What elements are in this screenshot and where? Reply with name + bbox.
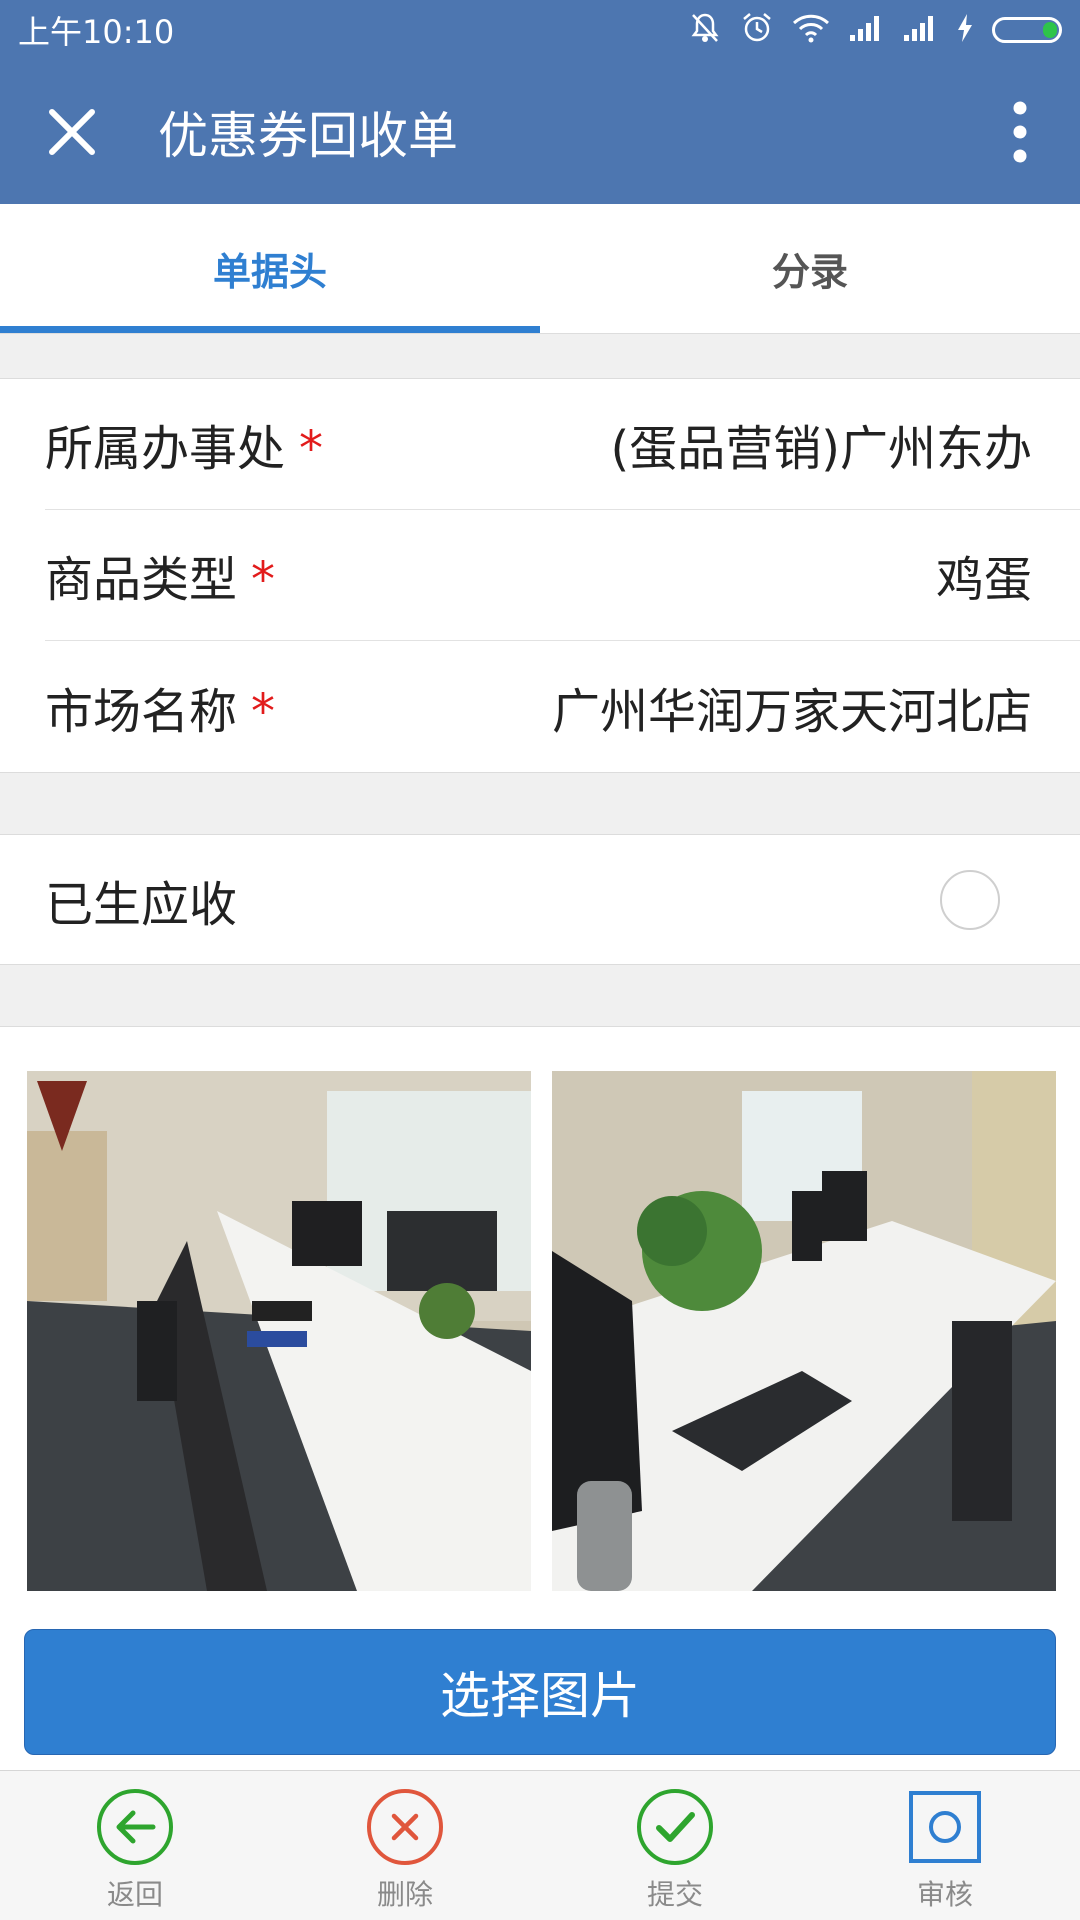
status-bar: 上午10:10 [0, 0, 1080, 60]
close-icon [49, 109, 95, 155]
audit-label: 审核 [916, 1878, 973, 1911]
delete-button[interactable]: 删除 [270, 1771, 540, 1920]
delete-label: 删除 [376, 1878, 433, 1911]
more-vertical-icon [1013, 101, 1027, 163]
tab-entries[interactable]: 分录 [540, 204, 1080, 333]
form-card: 所属办事处 * (蛋品营销)广州东办 商品类型 * 鸡蛋 市场名称 * 广州华润万家天… [0, 378, 1080, 773]
office-photo-1 [27, 1071, 531, 1591]
photo-area: 选择图片 [0, 1026, 1080, 1770]
bottom-toolbar: 返回 删除 提交 审核 [0, 1770, 1080, 1920]
receivable-row: 已生应收 [45, 835, 1080, 965]
back-label: 返回 [106, 1878, 163, 1911]
check-icon [637, 1789, 713, 1865]
form-row-office[interactable]: 所属办事处 * (蛋品营销)广州东办 [45, 379, 1080, 510]
audit-button[interactable]: 审核 [810, 1771, 1080, 1920]
form-row-market[interactable]: 市场名称 * 广州华润万家天河北店 [45, 641, 1080, 772]
office-photo-2 [552, 1071, 1056, 1591]
status-time: 上午10:10 [18, 13, 175, 51]
charging-icon [956, 13, 974, 47]
required-mark: * [251, 552, 276, 608]
tab-bar: 单据头 分录 [0, 204, 1080, 334]
form-row-product-type[interactable]: 商品类型 * 鸡蛋 [45, 510, 1080, 641]
submit-label: 提交 [646, 1878, 703, 1911]
back-arrow-icon [97, 1789, 173, 1865]
more-button[interactable] [960, 60, 1080, 204]
form-label-wrap: 市场名称 * [45, 672, 275, 742]
form-value-product-type: 鸡蛋 [935, 552, 1032, 608]
status-icons [688, 11, 1062, 49]
form-label-wrap: 商品类型 * [45, 540, 275, 610]
required-mark: * [251, 683, 276, 740]
photo-thumbnail-2[interactable] [552, 1071, 1056, 1591]
tab-header[interactable]: 单据头 [0, 204, 540, 333]
signal-icon-2 [902, 13, 938, 47]
battery-icon [992, 17, 1062, 43]
select-image-button[interactable]: 选择图片 [24, 1629, 1056, 1755]
form-label: 所属办事处 [45, 421, 286, 477]
receivable-radio[interactable] [940, 870, 1000, 930]
page-title: 优惠券回收单 [158, 107, 458, 165]
delete-x-icon [367, 1789, 443, 1865]
title-bar: 优惠券回收单 [0, 60, 1080, 204]
alarm-icon [740, 11, 774, 49]
form-label: 商品类型 [45, 552, 238, 608]
form-label: 市场名称 [45, 683, 238, 740]
submit-button[interactable]: 提交 [540, 1771, 810, 1920]
receivable-card: 已生应收 [0, 834, 1080, 965]
form-value-office: (蛋品营销)广州东办 [610, 421, 1032, 477]
required-mark: * [299, 421, 324, 477]
back-button[interactable]: 返回 [0, 1771, 270, 1920]
battery-level [1043, 22, 1057, 38]
close-button[interactable] [0, 60, 144, 204]
receivable-label: 已生应收 [45, 877, 238, 933]
photo-thumbnail-1[interactable] [27, 1071, 531, 1591]
form-value-market: 广州华润万家天河北店 [551, 683, 1032, 740]
wifi-icon [792, 13, 830, 47]
form-label-wrap: 所属办事处 * [45, 409, 323, 479]
audit-square-icon [909, 1791, 981, 1863]
signal-icon [848, 13, 884, 47]
mute-bell-icon [688, 11, 722, 49]
